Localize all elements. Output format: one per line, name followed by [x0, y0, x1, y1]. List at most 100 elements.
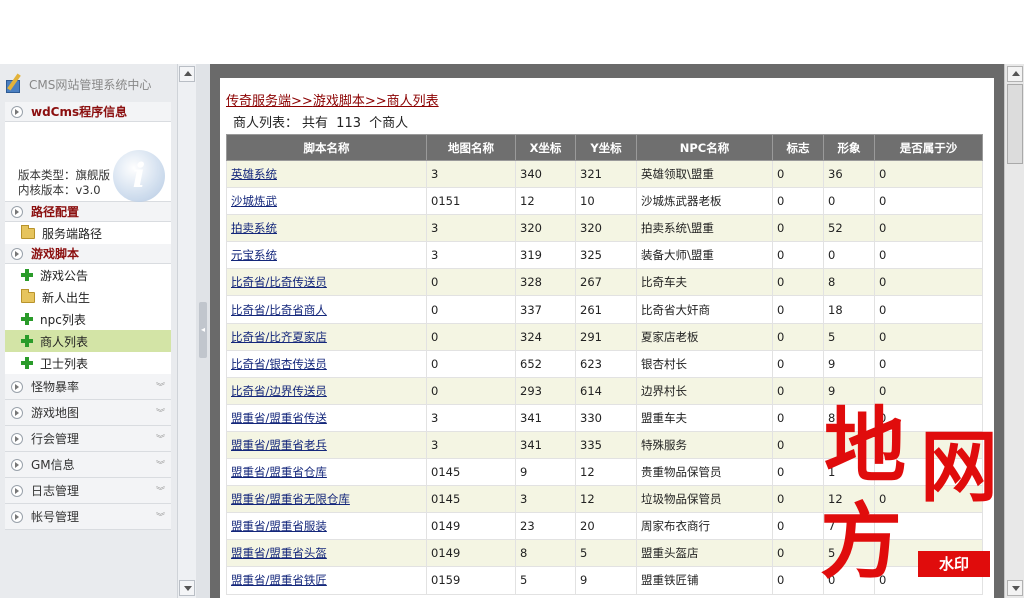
table-cell: 36: [823, 159, 875, 189]
plus-icon: [21, 269, 33, 281]
script-name-link[interactable]: 盟重省/盟重省服装: [231, 519, 327, 533]
script-name-link[interactable]: 盟重省/盟重省传送: [231, 411, 327, 425]
fold-game-map[interactable]: 游戏地图 ︾: [5, 400, 171, 426]
fold-monster-drop[interactable]: 怪物暴率 ︾: [5, 374, 171, 400]
table-row: 比奇省/银杏传送员 0 652 623 银杏村长 0 9 0: [226, 349, 983, 378]
script-name-link[interactable]: 盟重省/盟重省老兵: [231, 438, 327, 452]
sidebar-item-newbie-spawn[interactable]: 新人出生: [5, 286, 171, 308]
panel-splitter[interactable]: ◂: [196, 64, 210, 598]
summary-suffix: 个商人: [369, 116, 409, 131]
table-cell: 3: [426, 241, 516, 270]
section-path-config[interactable]: 路径配置: [5, 202, 171, 222]
table-cell: [823, 430, 875, 460]
plus-icon: [21, 335, 33, 347]
fold-gm-info[interactable]: GM信息 ︾: [5, 452, 171, 478]
script-name-link[interactable]: 沙城炼武: [231, 194, 277, 208]
fold-label: 帐号管理: [31, 510, 80, 524]
script-name-link[interactable]: 元宝系统: [231, 248, 277, 262]
sidebar-item-label: 新人出生: [42, 290, 91, 305]
table-cell: 337: [515, 295, 576, 324]
table-cell: 比奇省/比齐夏家店: [226, 322, 427, 351]
table-cell: 0: [874, 566, 983, 595]
table-cell: 325: [575, 241, 637, 270]
table-cell: 319: [515, 241, 576, 270]
table-cell: 贵重物品保管员: [636, 458, 773, 487]
arrow-circle-icon: [11, 105, 23, 118]
main-scrollbar[interactable]: [1004, 64, 1024, 598]
arrow-circle-icon: [11, 406, 23, 419]
merchant-summary: 商人列表： 共有 113 个商人: [233, 112, 412, 131]
section-title: 游戏脚本: [31, 247, 80, 261]
section-title: 路径配置: [31, 205, 80, 219]
table-cell: 261: [575, 295, 637, 324]
script-name-link[interactable]: 比奇省/比奇传送员: [231, 275, 327, 289]
scroll-thumb[interactable]: [1007, 84, 1023, 164]
program-info-box: 版本类型：旗舰版 内核版本：v3.0 i: [5, 122, 171, 202]
scroll-down-button[interactable]: [1007, 580, 1023, 596]
table-cell: 320: [515, 214, 576, 243]
script-name-link[interactable]: 比奇省/银杏传送员: [231, 357, 327, 371]
sidebar-item-merchant-list[interactable]: 商人列表: [5, 330, 171, 352]
script-name-link[interactable]: 盟重省/盟重省头盔: [231, 546, 327, 560]
cms-logo-icon: [4, 73, 26, 95]
sidebar-item-announcement[interactable]: 游戏公告: [5, 264, 171, 286]
sidebar-item-server-path[interactable]: 服务端路径: [5, 222, 171, 244]
table-cell: 0: [874, 376, 983, 405]
table-cell: 5: [823, 322, 875, 351]
table-cell: 9: [823, 376, 875, 405]
breadcrumb-link-merchant[interactable]: 商人列表: [387, 94, 439, 109]
script-name-link[interactable]: 拍卖系统: [231, 221, 277, 235]
sidebar-scrollbar[interactable]: [177, 64, 196, 598]
table-cell: 3: [426, 214, 516, 243]
scroll-up-button[interactable]: [1007, 66, 1023, 82]
fold-log-management[interactable]: 日志管理 ︾: [5, 478, 171, 504]
sidebar-item-label: 卫士列表: [40, 356, 89, 371]
collapse-handle[interactable]: ◂: [199, 302, 207, 358]
left-panel: CMS网站管理系统中心 wdCms程序信息 版本类型：旗舰版 内核版本：v3.0…: [0, 64, 196, 598]
table-cell: 0: [772, 187, 824, 216]
double-chevron-down-icon: ︾: [155, 461, 165, 471]
main-content: 传奇服务端>>游戏脚本>>商人列表 商人列表： 共有 113 个商人 脚本名称 地图…: [220, 78, 994, 598]
script-name-link[interactable]: 盟重省/盟重省仓库: [231, 465, 327, 479]
table-cell: 0: [772, 268, 824, 297]
table-cell: 盟重铁匠铺: [636, 566, 773, 595]
plus-icon: [21, 357, 33, 369]
double-chevron-down-icon: ︾: [155, 487, 165, 497]
breadcrumb-link-script[interactable]: 游戏脚本: [313, 94, 365, 109]
scroll-up-button[interactable]: [179, 66, 195, 82]
script-name-link[interactable]: 英雄系统: [231, 167, 277, 181]
table-cell: 52: [823, 214, 875, 243]
table-cell: 0: [772, 214, 824, 243]
section-game-script[interactable]: 游戏脚本: [5, 244, 171, 264]
fold-guild-management[interactable]: 行会管理 ︾: [5, 426, 171, 452]
column-header: X坐标: [515, 134, 576, 161]
table-cell: 9: [515, 458, 576, 487]
script-name-link[interactable]: 比奇省/比奇省商人: [231, 303, 327, 317]
table-row: 元宝系统 3 319 325 装备大师\盟重 0 0 0: [226, 241, 983, 270]
table-cell: 0: [772, 430, 824, 460]
sidebar-item-npc-list[interactable]: npc列表: [5, 308, 171, 330]
arrow-circle-icon: [11, 432, 23, 445]
column-header: 形象: [823, 134, 875, 161]
script-name-link[interactable]: 比奇省/比齐夏家店: [231, 330, 327, 344]
script-name-link[interactable]: 盟重省/盟重省铁匠: [231, 573, 327, 587]
table-cell: 拍卖系统\盟重: [636, 214, 773, 243]
table-cell: 267: [575, 268, 637, 297]
table-row: 比奇省/比奇传送员 0 328 267 比奇车夫 0 8 0: [226, 268, 983, 297]
sidebar-item-guard-list[interactable]: 卫士列表: [5, 352, 171, 374]
fold-account-management[interactable]: 帐号管理 ︾: [5, 504, 171, 530]
table-cell: 1: [823, 458, 875, 487]
table-cell: 特殊服务: [636, 430, 773, 460]
section-program-info[interactable]: wdCms程序信息: [5, 102, 171, 122]
script-name-link[interactable]: 比奇省/边界传送员: [231, 384, 327, 398]
table-row: 比奇省/边界传送员 0 293 614 边界村长 0 9 0: [226, 376, 983, 405]
table-cell: 0: [426, 268, 516, 297]
table-cell: 5: [575, 539, 637, 568]
table-cell: 垃圾物品保管员: [636, 485, 773, 514]
table-cell: 0: [874, 241, 983, 270]
table-cell: 沙城炼武器老板: [636, 187, 773, 216]
scroll-down-button[interactable]: [179, 580, 195, 596]
table-cell: 0: [874, 187, 983, 216]
breadcrumb-link-server[interactable]: 传奇服务端: [226, 94, 291, 109]
script-name-link[interactable]: 盟重省/盟重省无限仓库: [231, 492, 350, 506]
